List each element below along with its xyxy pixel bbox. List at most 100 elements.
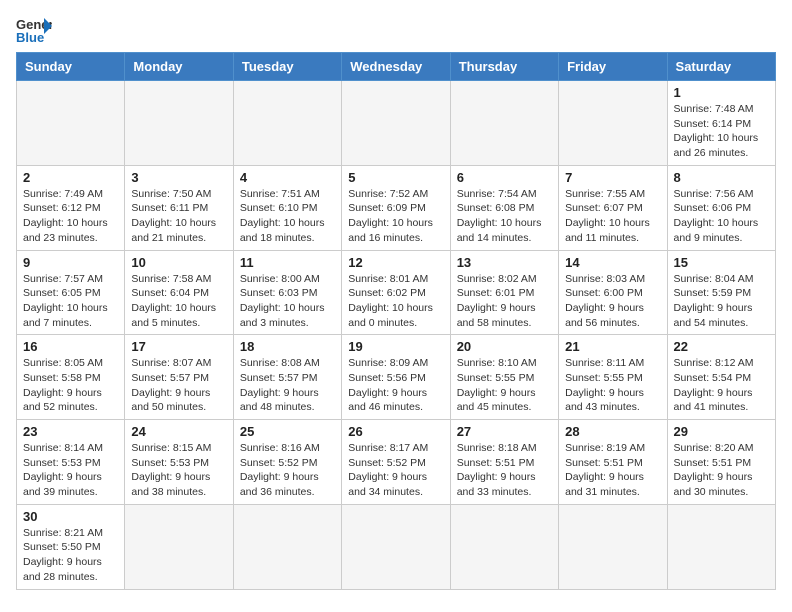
day-number: 18 <box>240 339 335 354</box>
day-number: 22 <box>674 339 769 354</box>
calendar-day <box>559 504 667 589</box>
day-number: 6 <box>457 170 552 185</box>
calendar-day: 28Sunrise: 8:19 AM Sunset: 5:51 PM Dayli… <box>559 420 667 505</box>
day-info: Sunrise: 8:02 AM Sunset: 6:01 PM Dayligh… <box>457 272 552 331</box>
day-number: 2 <box>23 170 118 185</box>
calendar-day: 20 Sunrise: 8:10 AM Sunset: 5:55 PM Dayli… <box>450 335 558 420</box>
calendar-day: 3 Sunrise: 7:50 AM Sunset: 6:11 PM Daylig… <box>125 165 233 250</box>
calendar-day: 17Sunrise: 8:07 AM Sunset: 5:57 PM Dayli… <box>125 335 233 420</box>
calendar-day <box>233 504 341 589</box>
day-number: 3 <box>131 170 226 185</box>
calendar-day: 25Sunrise: 8:16 AM Sunset: 5:52 PM Dayli… <box>233 420 341 505</box>
calendar-day: 24 Sunrise: 8:15 AM Sunset: 5:53 PM Dayli… <box>125 420 233 505</box>
calendar-day: 21 Sunrise: 8:11 AM Sunset: 5:55 PM Dayli… <box>559 335 667 420</box>
day-number: 12 <box>348 255 443 270</box>
calendar-day: 27 Sunrise: 8:18 AM Sunset: 5:51 PM Dayli… <box>450 420 558 505</box>
calendar-week-row: 9Sunrise: 7:57 AM Sunset: 6:05 PM Daylig… <box>17 250 776 335</box>
calendar-day <box>125 504 233 589</box>
day-number: 13 <box>457 255 552 270</box>
day-number: 26 <box>348 424 443 439</box>
weekday-header-wednesday: Wednesday <box>342 53 450 81</box>
day-info: Sunrise: 8:15 AM Sunset: 5:53 PM Dayligh… <box>131 441 226 500</box>
calendar-day: 16 Sunrise: 8:05 AM Sunset: 5:58 PM Dayli… <box>17 335 125 420</box>
day-info: Sunrise: 8:12 AM Sunset: 5:54 PM Dayligh… <box>674 356 769 415</box>
day-info: Sunrise: 7:58 AM Sunset: 6:04 PM Dayligh… <box>131 272 226 331</box>
calendar-day: 11 Sunrise: 8:00 AM Sunset: 6:03 PM Dayli… <box>233 250 341 335</box>
calendar-day <box>342 81 450 166</box>
day-info: Sunrise: 8:10 AM Sunset: 5:55 PM Dayligh… <box>457 356 552 415</box>
day-info: Sunrise: 8:01 AM Sunset: 6:02 PM Dayligh… <box>348 272 443 331</box>
day-number: 9 <box>23 255 118 270</box>
calendar-day: 8 Sunrise: 7:56 AM Sunset: 6:06 PM Daylig… <box>667 165 775 250</box>
day-number: 21 <box>565 339 660 354</box>
day-info: Sunrise: 8:05 AM Sunset: 5:58 PM Dayligh… <box>23 356 118 415</box>
weekday-header-friday: Friday <box>559 53 667 81</box>
day-info: Sunrise: 8:16 AM Sunset: 5:52 PM Dayligh… <box>240 441 335 500</box>
day-info: Sunrise: 7:51 AM Sunset: 6:10 PM Dayligh… <box>240 187 335 246</box>
weekday-header-tuesday: Tuesday <box>233 53 341 81</box>
calendar-day <box>233 81 341 166</box>
day-number: 7 <box>565 170 660 185</box>
calendar-day: 4Sunrise: 7:51 AM Sunset: 6:10 PM Daylig… <box>233 165 341 250</box>
calendar-day: 26 Sunrise: 8:17 AM Sunset: 5:52 PM Dayli… <box>342 420 450 505</box>
day-info: Sunrise: 7:55 AM Sunset: 6:07 PM Dayligh… <box>565 187 660 246</box>
logo-icon: General Blue <box>16 16 52 44</box>
day-info: Sunrise: 8:20 AM Sunset: 5:51 PM Dayligh… <box>674 441 769 500</box>
day-number: 8 <box>674 170 769 185</box>
day-number: 1 <box>674 85 769 100</box>
calendar-day <box>125 81 233 166</box>
day-info: Sunrise: 7:56 AM Sunset: 6:06 PM Dayligh… <box>674 187 769 246</box>
calendar-day: 1Sunrise: 7:48 AM Sunset: 6:14 PM Daylig… <box>667 81 775 166</box>
calendar-day: 18 Sunrise: 8:08 AM Sunset: 5:57 PM Dayli… <box>233 335 341 420</box>
day-number: 5 <box>348 170 443 185</box>
day-info: Sunrise: 8:14 AM Sunset: 5:53 PM Dayligh… <box>23 441 118 500</box>
day-number: 16 <box>23 339 118 354</box>
calendar-day <box>667 504 775 589</box>
weekday-header-thursday: Thursday <box>450 53 558 81</box>
calendar-week-row: 2 Sunrise: 7:49 AM Sunset: 6:12 PM Daylig… <box>17 165 776 250</box>
calendar-day <box>17 81 125 166</box>
day-number: 30 <box>23 509 118 524</box>
calendar-day <box>450 81 558 166</box>
day-info: Sunrise: 8:07 AM Sunset: 5:57 PM Dayligh… <box>131 356 226 415</box>
calendar-day: 23Sunrise: 8:14 AM Sunset: 5:53 PM Dayli… <box>17 420 125 505</box>
day-info: Sunrise: 8:00 AM Sunset: 6:03 PM Dayligh… <box>240 272 335 331</box>
day-info: Sunrise: 7:50 AM Sunset: 6:11 PM Dayligh… <box>131 187 226 246</box>
weekday-header-sunday: Sunday <box>17 53 125 81</box>
calendar-table: SundayMondayTuesdayWednesdayThursdayFrid… <box>16 52 776 590</box>
day-number: 28 <box>565 424 660 439</box>
day-number: 29 <box>674 424 769 439</box>
calendar-day: 19Sunrise: 8:09 AM Sunset: 5:56 PM Dayli… <box>342 335 450 420</box>
day-info: Sunrise: 8:09 AM Sunset: 5:56 PM Dayligh… <box>348 356 443 415</box>
day-number: 10 <box>131 255 226 270</box>
calendar-week-row: 30 Sunrise: 8:21 AM Sunset: 5:50 PM Dayli… <box>17 504 776 589</box>
day-info: Sunrise: 8:17 AM Sunset: 5:52 PM Dayligh… <box>348 441 443 500</box>
calendar-week-row: 23Sunrise: 8:14 AM Sunset: 5:53 PM Dayli… <box>17 420 776 505</box>
calendar-week-row: 16 Sunrise: 8:05 AM Sunset: 5:58 PM Dayli… <box>17 335 776 420</box>
page-header: General Blue <box>16 16 776 44</box>
calendar-week-row: 1Sunrise: 7:48 AM Sunset: 6:14 PM Daylig… <box>17 81 776 166</box>
calendar-day: 13 Sunrise: 8:02 AM Sunset: 6:01 PM Dayli… <box>450 250 558 335</box>
day-info: Sunrise: 8:08 AM Sunset: 5:57 PM Dayligh… <box>240 356 335 415</box>
day-info: Sunrise: 8:18 AM Sunset: 5:51 PM Dayligh… <box>457 441 552 500</box>
calendar-day: 15 Sunrise: 8:04 AM Sunset: 5:59 PM Dayli… <box>667 250 775 335</box>
calendar-day: 30 Sunrise: 8:21 AM Sunset: 5:50 PM Dayli… <box>17 504 125 589</box>
day-number: 15 <box>674 255 769 270</box>
day-info: Sunrise: 7:54 AM Sunset: 6:08 PM Dayligh… <box>457 187 552 246</box>
day-number: 24 <box>131 424 226 439</box>
day-number: 27 <box>457 424 552 439</box>
day-info: Sunrise: 7:49 AM Sunset: 6:12 PM Dayligh… <box>23 187 118 246</box>
calendar-day <box>559 81 667 166</box>
day-number: 20 <box>457 339 552 354</box>
calendar-day: 29 Sunrise: 8:20 AM Sunset: 5:51 PM Dayli… <box>667 420 775 505</box>
calendar-day: 12 Sunrise: 8:01 AM Sunset: 6:02 PM Dayli… <box>342 250 450 335</box>
day-info: Sunrise: 8:11 AM Sunset: 5:55 PM Dayligh… <box>565 356 660 415</box>
calendar-day: 7 Sunrise: 7:55 AM Sunset: 6:07 PM Daylig… <box>559 165 667 250</box>
weekday-header-saturday: Saturday <box>667 53 775 81</box>
calendar-day: 2 Sunrise: 7:49 AM Sunset: 6:12 PM Daylig… <box>17 165 125 250</box>
logo: General Blue <box>16 16 52 44</box>
day-number: 11 <box>240 255 335 270</box>
day-info: Sunrise: 8:21 AM Sunset: 5:50 PM Dayligh… <box>23 526 118 585</box>
day-info: Sunrise: 8:04 AM Sunset: 5:59 PM Dayligh… <box>674 272 769 331</box>
day-info: Sunrise: 7:52 AM Sunset: 6:09 PM Dayligh… <box>348 187 443 246</box>
